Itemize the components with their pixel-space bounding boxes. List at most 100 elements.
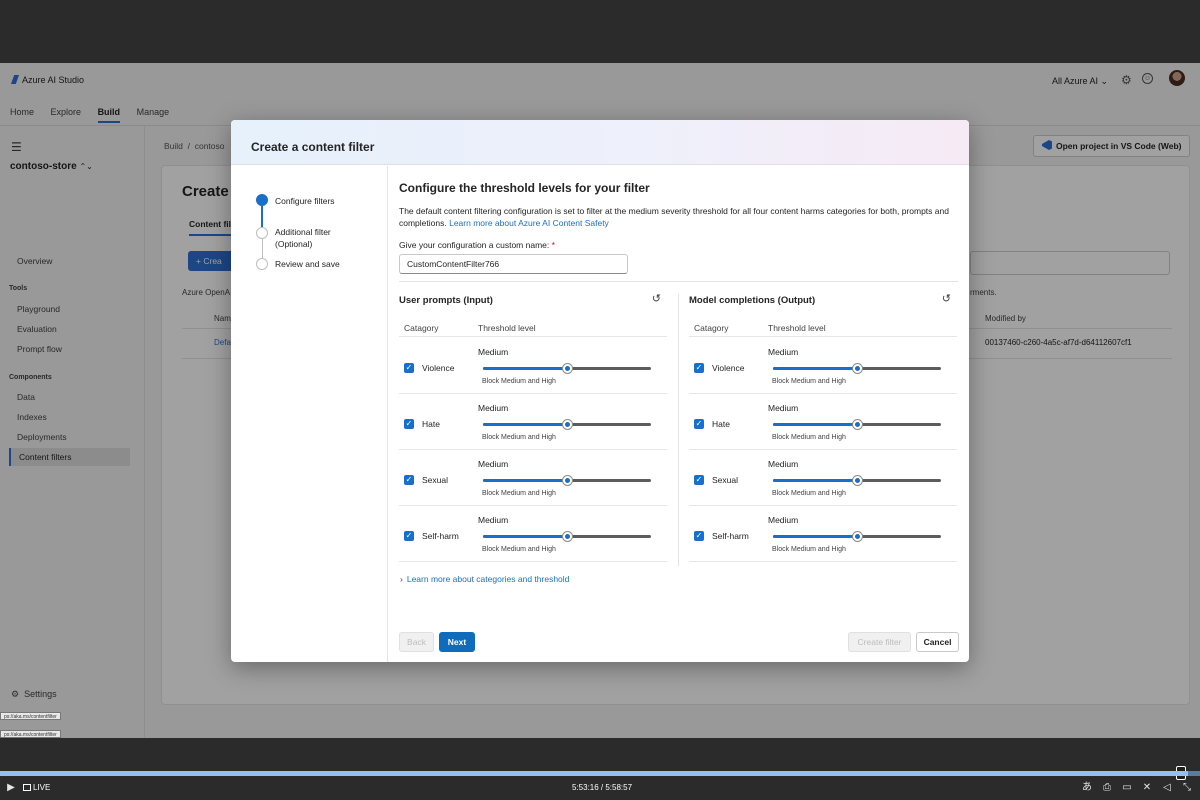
video-top-letterbox	[0, 0, 1200, 63]
dialog-header: Create a content filter	[231, 120, 969, 165]
slider-fill	[483, 423, 567, 426]
url-overlay-tag: ps://aka.ms/contentfilter	[0, 712, 61, 720]
threshold-slider[interactable]	[483, 475, 651, 486]
threshold-hint: Block Medium and High	[482, 490, 556, 497]
chat-icon[interactable]: ▭	[1120, 782, 1134, 794]
required-marker: *	[551, 240, 555, 250]
live-indicator[interactable]: LIVE	[23, 783, 50, 792]
name-label-text: Give your configuration a custom name:	[399, 240, 550, 250]
threshold-slider[interactable]	[483, 531, 651, 542]
name-field-label: Give your configuration a custom name: *	[399, 240, 555, 250]
slider-thumb[interactable]	[562, 419, 573, 430]
threshold-row-hate: ✓ Hate Medium Block Medium and High	[399, 393, 667, 449]
filter-name-input[interactable]	[399, 254, 628, 274]
threshold-row-hate: ✓ Hate Medium Block Medium and High	[689, 393, 957, 449]
learn-more-categories-link[interactable]: › Learn more about categories and thresho…	[400, 574, 569, 584]
step-connector	[262, 239, 263, 258]
threshold-level-label: Medium	[768, 347, 799, 357]
threshold-row-violence: ✓ Violence Medium Block Medium and High	[689, 337, 957, 393]
reset-icon[interactable]: ↺	[942, 292, 951, 305]
step-configure-filters[interactable]: Configure filters	[275, 195, 335, 207]
slider-thumb[interactable]	[562, 363, 573, 374]
reset-icon[interactable]: ↺	[652, 292, 661, 305]
slider-fill	[483, 367, 567, 370]
row-divider	[689, 561, 957, 562]
threshold-row-violence: ✓ Violence Medium Block Medium and High	[399, 337, 667, 393]
threshold-hint: Block Medium and High	[482, 378, 556, 385]
category-label: Violence	[712, 363, 745, 373]
step-indicator	[256, 227, 268, 239]
category-checkbox[interactable]: ✓	[694, 363, 704, 373]
threshold-row-sexual: ✓ Sexual Medium Block Medium and High	[689, 449, 957, 505]
slider-thumb[interactable]	[852, 363, 863, 374]
step-connector	[261, 206, 263, 227]
cancel-button[interactable]: Cancel	[916, 632, 959, 652]
translate-icon[interactable]: あ	[1080, 782, 1094, 794]
threshold-level-label: Medium	[768, 403, 799, 413]
player-controls: ▶ LIVE 5:53:16 / 5:58:57 あ ⎙ ▭ ✕ ◁ ⤡	[0, 780, 1200, 800]
live-label: LIVE	[33, 783, 51, 792]
fullscreen-icon[interactable]: ⤡	[1180, 782, 1194, 794]
step-additional-filter[interactable]: Additional filter (Optional)	[275, 226, 365, 250]
threshold-level-label: Medium	[478, 347, 509, 357]
category-label: Self-harm	[712, 531, 749, 541]
category-checkbox[interactable]: ✓	[404, 419, 414, 429]
column-header-category: Catagory	[404, 323, 439, 333]
print-icon[interactable]: ⎙	[1100, 782, 1114, 794]
category-checkbox[interactable]: ✓	[404, 531, 414, 541]
slider-thumb[interactable]	[852, 419, 863, 430]
category-checkbox[interactable]: ✓	[694, 475, 704, 485]
video-progress-fill	[0, 771, 1188, 776]
slider-fill	[773, 367, 857, 370]
column-header-threshold: Threshold level	[478, 323, 536, 333]
threshold-level-label: Medium	[478, 459, 509, 469]
threshold-hint: Block Medium and High	[482, 546, 556, 553]
learn-more-content-safety-link[interactable]: Learn more about Azure AI Content Safety	[449, 218, 609, 228]
threshold-hint: Block Medium and High	[772, 434, 846, 441]
slider-thumb[interactable]	[852, 531, 863, 542]
live-icon	[23, 784, 31, 791]
threshold-slider[interactable]	[483, 363, 651, 374]
category-label: Hate	[712, 419, 730, 429]
category-checkbox[interactable]: ✓	[694, 419, 704, 429]
threshold-slider[interactable]	[483, 419, 651, 430]
volume-icon[interactable]: ◁	[1160, 782, 1174, 794]
category-label: Self-harm	[422, 531, 459, 541]
slider-fill	[773, 535, 857, 538]
video-progress-bar[interactable]	[0, 771, 1200, 776]
threshold-slider[interactable]	[773, 419, 941, 430]
threshold-row-self-harm: ✓ Self-harm Medium Block Medium and High	[689, 505, 957, 561]
section-divider	[399, 281, 958, 282]
category-label: Sexual	[712, 475, 738, 485]
panel-divider	[678, 294, 679, 566]
slider-thumb[interactable]	[562, 475, 573, 486]
slider-thumb[interactable]	[562, 531, 573, 542]
dialog-title: Create a content filter	[251, 140, 375, 154]
threshold-slider[interactable]	[773, 475, 941, 486]
slider-fill	[483, 535, 567, 538]
category-label: Violence	[422, 363, 455, 373]
next-button[interactable]: Next	[439, 632, 475, 652]
slider-fill	[483, 479, 567, 482]
category-label: Hate	[422, 419, 440, 429]
threshold-hint: Block Medium and High	[482, 434, 556, 441]
threshold-slider[interactable]	[773, 531, 941, 542]
play-icon[interactable]: ▶	[4, 782, 18, 794]
slider-thumb[interactable]	[852, 475, 863, 486]
category-checkbox[interactable]: ✓	[404, 363, 414, 373]
section-description: The default content filtering configurat…	[399, 205, 959, 229]
step-review-and-save[interactable]: Review and save	[275, 258, 340, 270]
category-checkbox[interactable]: ✓	[694, 531, 704, 541]
threshold-row-self-harm: ✓ Self-harm Medium Block Medium and High	[399, 505, 667, 561]
back-button[interactable]: Back	[399, 632, 434, 652]
create-filter-button[interactable]: Create filter	[848, 632, 911, 652]
step-indicator-active	[256, 194, 268, 206]
mute-icon[interactable]: ✕	[1140, 782, 1154, 794]
threshold-hint: Block Medium and High	[772, 546, 846, 553]
threshold-slider[interactable]	[773, 363, 941, 374]
chevron-right-icon: ›	[400, 574, 403, 584]
wizard-steps: Configure filters Additional filter (Opt…	[231, 166, 388, 662]
input-panel-title: User prompts (Input)	[399, 295, 493, 306]
threshold-level-label: Medium	[478, 403, 509, 413]
category-checkbox[interactable]: ✓	[404, 475, 414, 485]
